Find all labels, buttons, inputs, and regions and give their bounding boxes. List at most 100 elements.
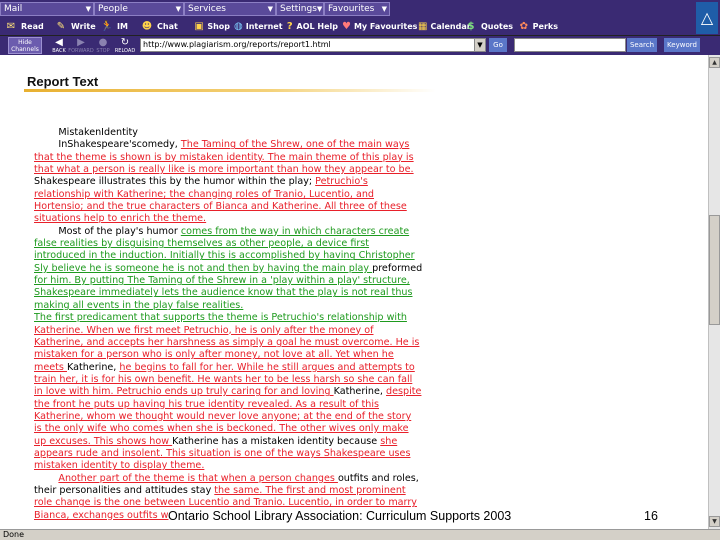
envelope-icon: ✉ [6, 20, 16, 32]
report-line: Hortensio; and the true characters of Bi… [34, 201, 424, 213]
title-underline [24, 89, 436, 92]
original-text: outfits and roles, [337, 472, 419, 484]
report-line: the front he puts up having his true ide… [34, 399, 424, 411]
chat-button[interactable]: ☻ Chat [136, 18, 190, 35]
scroll-up-icon[interactable]: ▲ [709, 57, 720, 68]
matched-text: mistaken for a person who is only after … [34, 349, 394, 361]
perks-button[interactable]: ✿ Perks [514, 18, 558, 35]
calendar-icon: ▦ [418, 20, 428, 32]
report-line: is the only wife who comes when she is b… [34, 423, 424, 435]
scroll-down-icon[interactable]: ▼ [709, 516, 720, 527]
scroll-thumb[interactable] [709, 215, 720, 325]
url-input[interactable]: http://www.plagiarism.org/reports/report… [140, 38, 486, 52]
address-bar: Hide Channels ◀ BACK ▶ FORWARD ● STOP ↻ RELO… [0, 36, 720, 55]
original-text: preformed [372, 262, 423, 274]
report-line: MistakenIdentity [34, 127, 424, 139]
quotes-button[interactable]: $ Quotes [460, 18, 514, 35]
dollar-icon: $ [467, 20, 475, 32]
original-text: Katherine, [66, 361, 120, 373]
matched-text: making all events in the play false real… [34, 299, 244, 311]
report-line: The first predicament that supports the … [34, 312, 424, 324]
report-line: for him. By putting The Taming of the Sh… [34, 275, 424, 287]
matched-text: train her, it is for his own benefit. He… [34, 373, 413, 385]
read-button[interactable]: ✉ Read [0, 18, 50, 35]
matched-text: the front he puts up having his true ide… [34, 398, 379, 410]
menu-mail[interactable]: Mail ▼ [0, 2, 94, 16]
original-text: Katherine, [333, 386, 387, 398]
original-text: Katherine has a mistaken identity becaus… [172, 435, 381, 447]
matched-text: Petruchio's [315, 176, 368, 188]
slide-footer-caption: Ontario School Library Association: Curr… [168, 509, 512, 523]
back-arrow-icon: ◀ [55, 37, 63, 48]
forward-button[interactable]: ▶ FORWARD [68, 37, 94, 55]
keyword-button[interactable]: Keyword [664, 38, 700, 52]
aol-logo-icon: △ [696, 2, 718, 34]
matched-text: for him. By putting The Taming of the Sh… [34, 275, 410, 287]
forward-arrow-icon: ▶ [77, 37, 85, 48]
chat-people-icon: ☻ [141, 20, 153, 32]
stop-button[interactable]: ● STOP [92, 37, 114, 55]
menu-settings[interactable]: Settings ▼ [276, 2, 324, 16]
report-line: Katherine, whom we thought would never l… [34, 411, 424, 423]
matched-text: situations help to enrich the theme. [34, 213, 207, 225]
calendar-button[interactable]: ▦ Calendar [414, 18, 471, 35]
hide-channels-button[interactable]: Hide Channels [8, 37, 42, 54]
go-button[interactable]: Go [489, 38, 507, 52]
report-line: mistaken identity to display theme. [34, 460, 424, 472]
matched-text: meets [34, 361, 67, 373]
back-button[interactable]: ◀ BACK [48, 37, 70, 55]
matched-text: false realities by disguising themselves… [34, 238, 370, 250]
vertical-scrollbar[interactable]: ▲ ▼ [708, 55, 720, 529]
matched-text: mistaken identity to display theme. [34, 460, 205, 472]
write-button[interactable]: ✎ Write [50, 18, 96, 35]
matched-text: comes from the way in which characters c… [180, 225, 410, 237]
matched-text: The first predicament that supports the … [34, 312, 407, 324]
report-line: Katherine. When we first meet Petruchio,… [34, 325, 424, 337]
matched-text: Katherine, whom we thought would never l… [34, 410, 412, 422]
matched-text: Another part of the theme is that when a… [58, 472, 338, 484]
matched-text: that the theme is shown is by mistaken i… [34, 151, 414, 163]
report-line: Shakespeare immediately lets the audienc… [34, 287, 424, 299]
matched-text: Hortensio; and the true characters of Bi… [34, 201, 407, 213]
report-line: their personalities and attitudes stay t… [34, 485, 424, 497]
chevron-down-icon: ▼ [477, 41, 483, 49]
status-bar: Done [0, 529, 720, 540]
chevron-down-icon: ▼ [85, 5, 91, 13]
original-text: Shakespeare illustrates this by the humo… [34, 176, 316, 188]
report-text-body: MistakenIdentity InShakespeare'scomedy, … [34, 127, 424, 522]
matched-text: he begins to fall for her. While he stil… [119, 361, 415, 373]
matched-text: Katherine, and accepts her harshness as … [34, 336, 420, 348]
report-line: meets Katherine, he begins to fall for h… [34, 362, 424, 374]
my-favourites-button[interactable]: ♥ My Favourites [338, 18, 417, 35]
report-line: relationship with Katherine; the changin… [34, 189, 424, 201]
matched-text: role change is the one between Lucentio … [34, 497, 417, 509]
internet-button[interactable]: ◍ Internet [230, 18, 283, 35]
menu-favourites[interactable]: Favourites ▼ [324, 2, 390, 16]
gift-icon: ✿ [519, 20, 529, 32]
menu-services[interactable]: Services ▼ [184, 2, 276, 16]
chevron-down-icon: ▼ [267, 5, 273, 13]
matched-text: up excuses. This shows how [34, 435, 173, 447]
shopping-bag-icon: ▣ [194, 20, 204, 32]
report-line: introduced in the induction. Initially t… [34, 250, 424, 262]
report-line: up excuses. This shows how Katherine has… [34, 436, 424, 448]
im-button[interactable]: 🏃 IM [96, 18, 136, 35]
menu-people[interactable]: People ▼ [94, 2, 184, 16]
chevron-down-icon: ▼ [381, 5, 387, 13]
report-line: Sly believe he is someone he is not and … [34, 263, 424, 275]
aol-help-button[interactable]: ? AOL Help [282, 18, 338, 35]
matched-text: in love with him. Petruchio ends up trul… [34, 386, 334, 398]
menu-row: Mail ▼ People ▼ Services ▼ Settings ▼ Favour… [0, 2, 390, 16]
reload-button[interactable]: ↻ RELOAD [114, 37, 136, 55]
matched-text: she [380, 435, 398, 447]
url-dropdown-button[interactable]: ▼ [474, 38, 486, 52]
original-text: InShakespeare'scomedy, [34, 139, 181, 151]
search-input[interactable] [514, 38, 626, 52]
search-button[interactable]: Search [627, 38, 657, 52]
chevron-down-icon: ▼ [175, 5, 181, 13]
report-line: that the theme is shown is by mistaken i… [34, 152, 424, 164]
report-line: that what a person is really like is mor… [34, 164, 424, 176]
shop-button[interactable]: ▣ Shop [190, 18, 230, 35]
original-text: their personalities and attitudes stay [34, 484, 215, 496]
report-line: Most of the play's humor comes from the … [34, 226, 424, 238]
